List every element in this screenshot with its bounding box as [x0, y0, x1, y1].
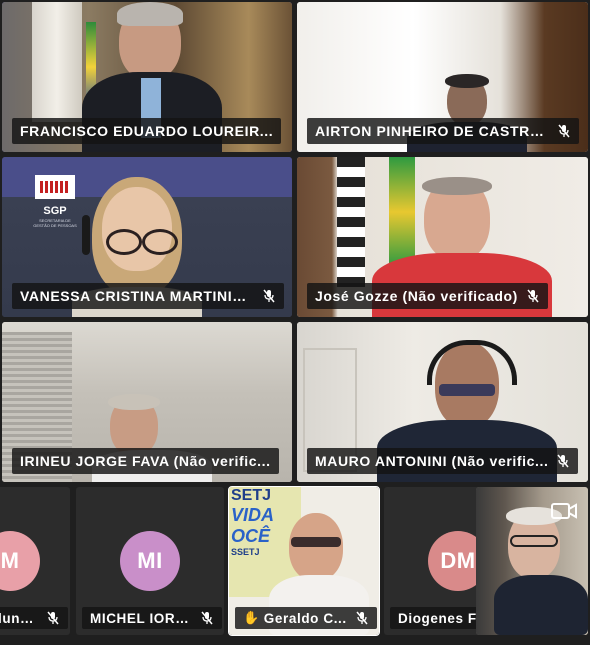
- mic-muted-icon: [557, 454, 570, 468]
- video-tile-airton[interactable]: AIRTON PINHEIRO DE CASTRO...: [297, 2, 588, 152]
- participant-name-bar: Diogenes F: [390, 607, 485, 629]
- participant-name: VANESSA CRISTINA MARTINIA...: [20, 288, 254, 304]
- participant-name-bar: AIRTON PINHEIRO DE CASTRO...: [307, 118, 579, 144]
- mic-muted-icon: [558, 124, 570, 138]
- participant-name: AIRTON PINHEIRO DE CASTRO...: [315, 123, 549, 139]
- participant-name-bar: IRINEU JORGE FAVA (Não verific...: [12, 448, 279, 474]
- poster-text-1: SETJ: [231, 487, 272, 504]
- mic-muted-icon: [356, 611, 368, 625]
- video-tile-jose[interactable]: José Gozze (Não verificado): [297, 157, 588, 317]
- switch-camera-icon[interactable]: [550, 499, 578, 523]
- participant-name-bar: VANESSA CRISTINA MARTINIA...: [12, 283, 284, 309]
- mic-muted-icon: [527, 289, 539, 303]
- mic-muted-icon: [263, 289, 275, 303]
- flag-sp: [337, 157, 365, 287]
- raised-hand-icon: ✋: [243, 610, 260, 625]
- participant-name-bar: lunh...: [0, 607, 68, 629]
- participant-name: FRANCISCO EDUARDO LOUREIR...: [20, 123, 274, 139]
- participant-name-bar: MAURO ANTONINI (Não verific...: [307, 448, 579, 474]
- participant-avatar: M: [0, 531, 40, 591]
- strip-tile-1[interactable]: M lunh...: [0, 487, 70, 635]
- video-tile-mauro[interactable]: MAURO ANTONINI (Não verific...: [297, 322, 588, 482]
- participant-name: Diogenes F: [398, 610, 477, 626]
- participant-name-bar: MICHEL IORI...: [82, 607, 222, 629]
- participant-name: Geraldo C...: [263, 610, 347, 626]
- video-tile-irineu[interactable]: IRINEU JORGE FAVA (Não verific...: [2, 322, 292, 482]
- participant-name: MICHEL IORI...: [90, 610, 192, 626]
- participant-name: IRINEU JORGE FAVA (Não verific...: [20, 453, 271, 469]
- self-view-tile[interactable]: [476, 487, 588, 635]
- participant-name: José Gozze (Não verificado): [315, 288, 518, 304]
- participant-name-bar: José Gozze (Não verificado): [307, 283, 548, 309]
- video-tile-vanessa[interactable]: SGP SECRETARIA DE GESTÃO DE PESSOAS VANE…: [2, 157, 292, 317]
- strip-tile-3[interactable]: SETJ VIDA OCÊ SSETJ ✋ Geraldo C...: [228, 486, 380, 636]
- window-curtain: [32, 2, 82, 122]
- participant-name: MAURO ANTONINI (Não verific...: [315, 453, 549, 469]
- video-tile-francisco[interactable]: FRANCISCO EDUARDO LOUREIR...: [2, 2, 292, 152]
- mic-muted-icon: [47, 611, 59, 625]
- participant-name-bar: ✋ Geraldo C...: [235, 607, 377, 629]
- participant-avatar: MI: [120, 531, 180, 591]
- participant-name: lunh...: [0, 610, 38, 626]
- participant-name-bar: FRANCISCO EDUARDO LOUREIR...: [12, 118, 282, 144]
- mic-muted-icon: [201, 611, 213, 625]
- participant-figure: [494, 507, 588, 635]
- strip-tile-2[interactable]: MI MICHEL IORI...: [76, 487, 224, 635]
- participant-strip: M lunh... MI MICHEL IORI... SETJ VIDA OC…: [0, 486, 590, 645]
